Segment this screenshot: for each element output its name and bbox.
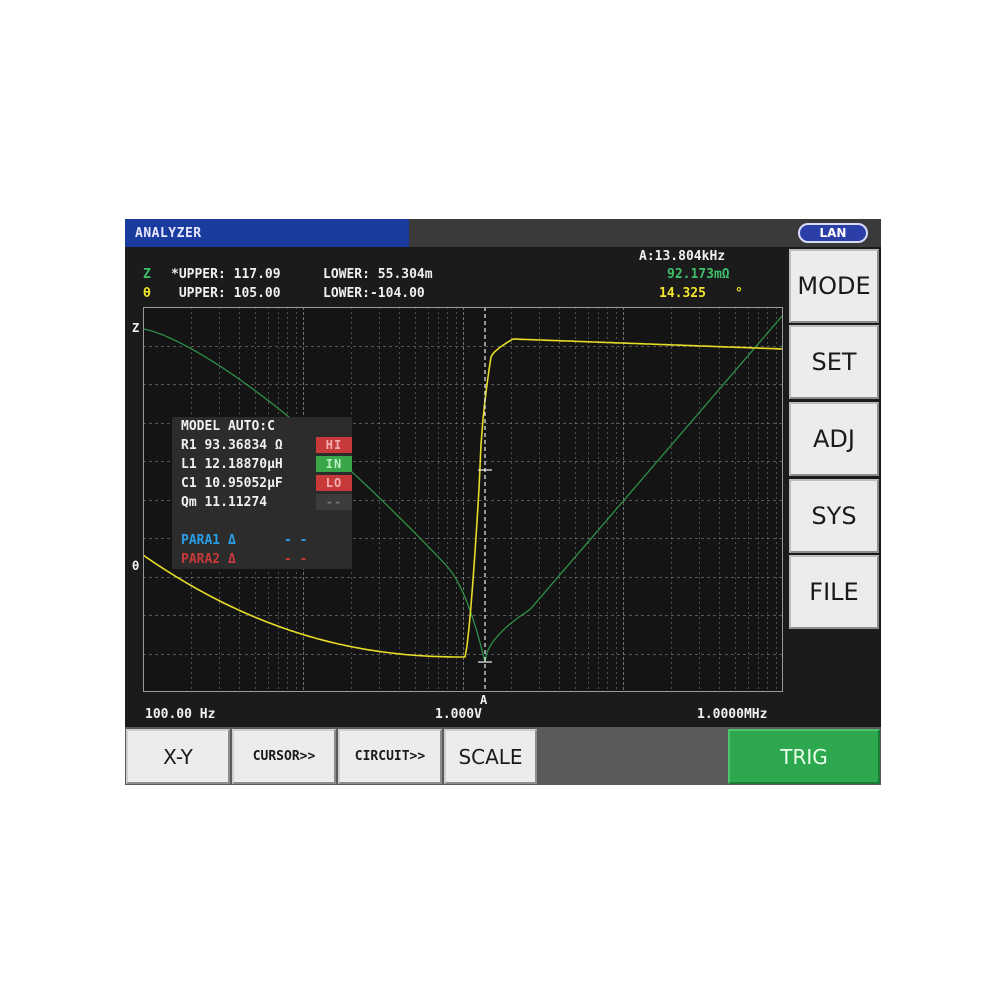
mode-button[interactable]: MODE	[789, 249, 879, 323]
title-bar: ANALYZER LAN	[125, 219, 881, 247]
xy-button[interactable]: X-Y	[126, 729, 230, 784]
equivalent-circuit-panel: MODEL AUTO:C R1 93.36834 Ω HI L1 12.1887…	[172, 417, 352, 569]
c1-judge-badge: LO	[316, 475, 352, 491]
measurement-level-label: 1.000V	[435, 707, 482, 722]
x-axis-start-label: 100.00 Hz	[145, 707, 216, 722]
z-lower-limit: LOWER: 55.304m	[323, 267, 433, 282]
z-upper-limit: *UPPER: 117.09	[171, 267, 281, 282]
title-tab: ANALYZER	[125, 219, 409, 247]
sys-button[interactable]: SYS	[789, 479, 879, 553]
r1-judge-badge: HI	[316, 437, 352, 453]
screen-title: ANALYZER	[135, 226, 202, 241]
theta-axis-marker: θ	[132, 559, 140, 573]
trig-button[interactable]: TRIG	[728, 729, 880, 784]
set-button[interactable]: SET	[789, 325, 879, 399]
file-button[interactable]: FILE	[789, 555, 879, 629]
cursor-a-label: A	[480, 693, 488, 707]
para2-label: PARA2 Δ	[181, 552, 236, 567]
model-l1: L1 12.18870μH	[181, 457, 283, 472]
lan-status-badge: LAN	[798, 223, 868, 243]
z-axis-marker: Z	[132, 321, 140, 335]
model-title: MODEL AUTO:C	[181, 419, 275, 434]
cursor-phase: 14.325	[659, 286, 706, 301]
cursor-phase-unit: °	[735, 286, 743, 301]
cursor-button[interactable]: CURSOR>>	[232, 729, 336, 784]
model-qm: Qm 11.11274	[181, 495, 268, 510]
l1-judge-badge: IN	[316, 456, 352, 472]
circuit-button[interactable]: CIRCUIT>>	[338, 729, 442, 784]
scale-button[interactable]: SCALE	[444, 729, 537, 784]
theta-lower-limit: LOWER:-104.00	[323, 286, 425, 301]
theta-symbol: θ	[143, 286, 151, 301]
para2-value: - -	[284, 552, 308, 567]
para1-label: PARA1 Δ	[181, 533, 236, 548]
cursor-impedance: 92.173mΩ	[667, 267, 730, 282]
z-symbol: Z	[143, 267, 151, 282]
para1-value: - -	[284, 533, 308, 548]
adj-button[interactable]: ADJ	[789, 402, 879, 476]
qm-judge-badge: --	[316, 494, 352, 510]
cursor-frequency: A:13.804kHz	[639, 249, 726, 264]
model-c1: C1 10.95052μF	[181, 476, 283, 491]
analyzer-screen: ANALYZER LAN Z *UPPER: 117.09 LOWER: 55.…	[125, 219, 881, 785]
theta-upper-limit: UPPER: 105.00	[171, 286, 281, 301]
x-axis-end-label: 1.0000MHz	[697, 707, 768, 722]
model-r1: R1 93.36834 Ω	[181, 438, 283, 453]
